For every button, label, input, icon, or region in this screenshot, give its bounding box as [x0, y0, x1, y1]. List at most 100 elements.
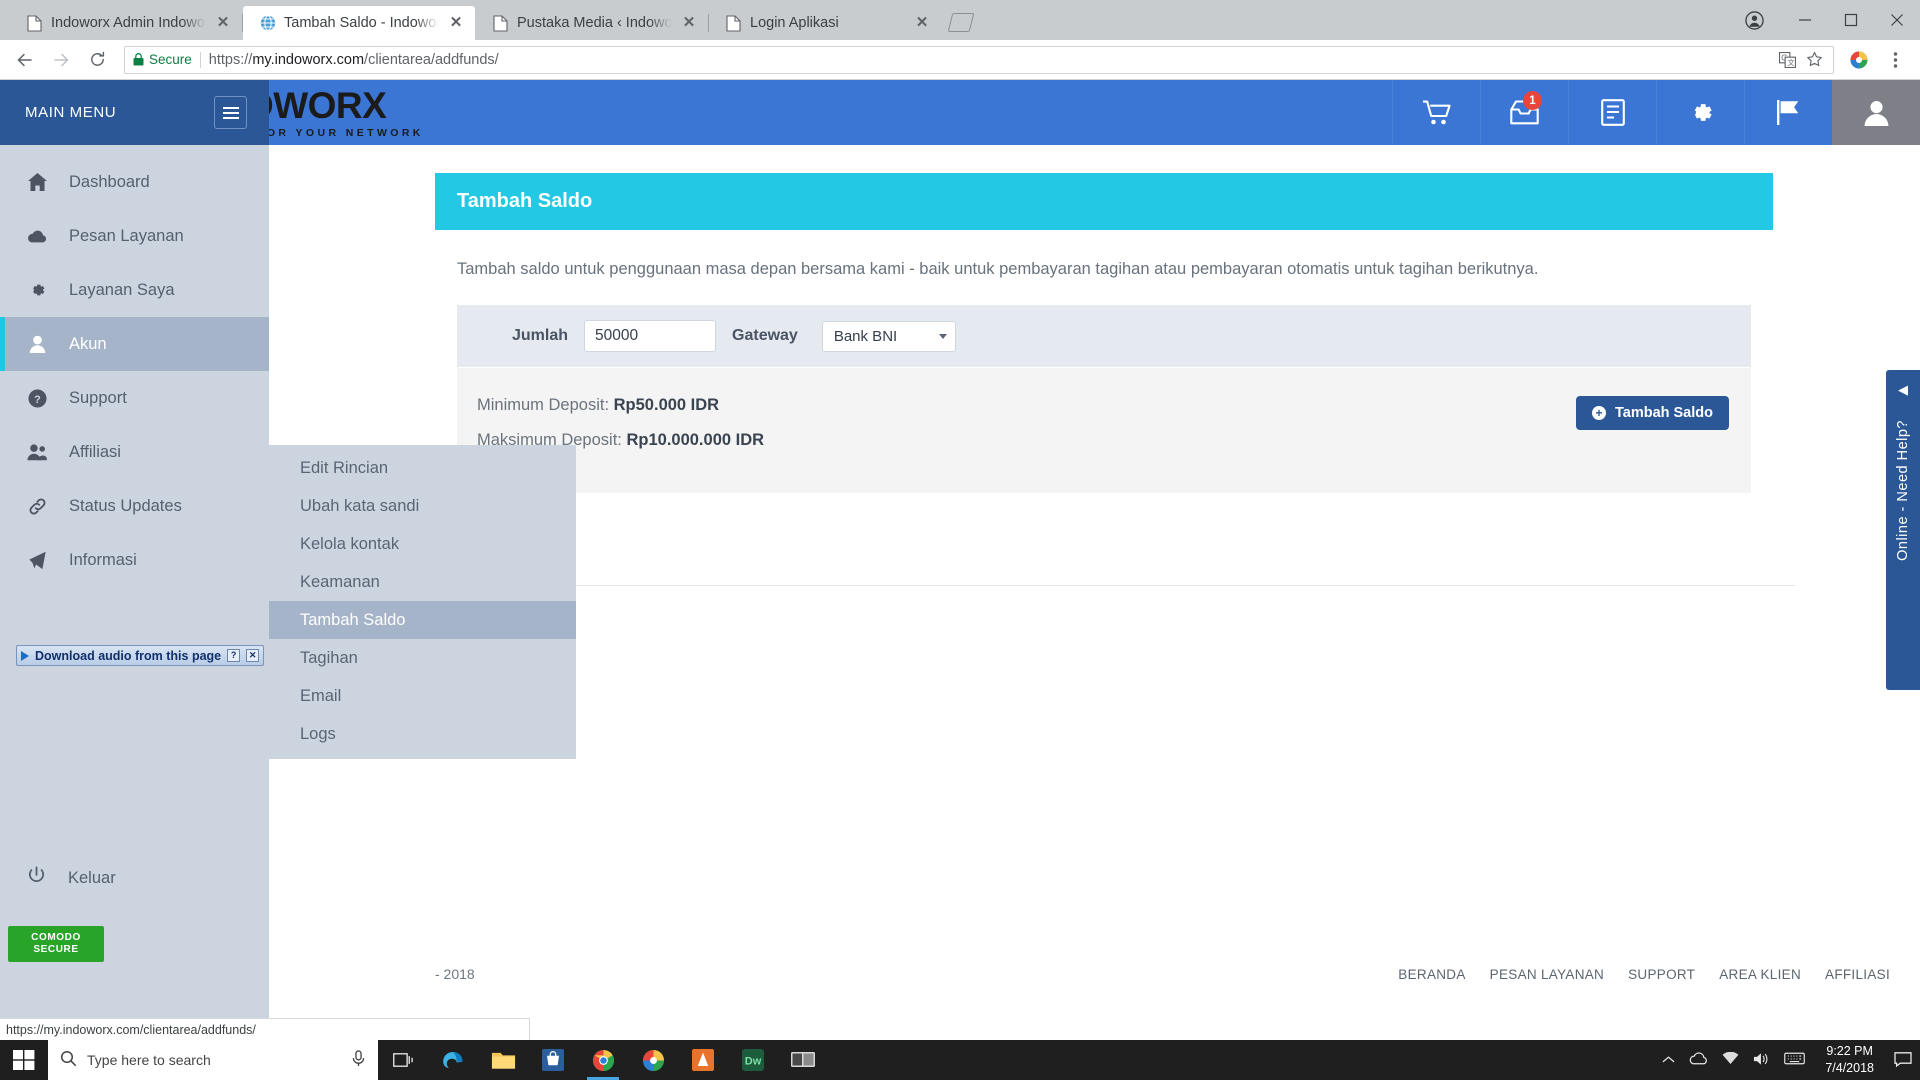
account-icon[interactable]	[1832, 80, 1920, 145]
gateway-select[interactable]: Bank BNI	[821, 320, 956, 352]
submenu-label: Tambah Saldo	[300, 610, 406, 629]
submenu-item-tambah-saldo[interactable]: Tambah Saldo	[269, 601, 576, 639]
sidebar-item-support[interactable]: ? Support	[0, 371, 269, 425]
task-view-icon[interactable]	[378, 1040, 428, 1080]
back-arrow-icon[interactable]	[8, 43, 42, 77]
sidebar: MAIN MENU Dashboard Pesan Layanan Layana…	[0, 80, 269, 1040]
vlc-icon[interactable]	[678, 1040, 728, 1080]
system-tray: 9:22 PM 7/4/2018	[1662, 1043, 1920, 1077]
microphone-icon[interactable]	[351, 1050, 366, 1070]
action-center-icon[interactable]	[1894, 1051, 1912, 1070]
submenu-item-edit-rincian[interactable]: Edit Rincian	[269, 449, 576, 487]
windows-start-icon[interactable]	[0, 1040, 48, 1080]
sidebar-item-label: Layanan Saya	[69, 280, 175, 299]
gear-icon[interactable]	[1656, 80, 1744, 145]
maximize-icon[interactable]	[1828, 0, 1874, 40]
browser-tab-2[interactable]: Tambah Saldo - Indoworx ✕	[243, 6, 475, 40]
idm-close-icon[interactable]: ✕	[246, 649, 260, 662]
cart-icon[interactable]	[1392, 80, 1480, 145]
dreamweaver-icon[interactable]: Dw	[728, 1040, 778, 1080]
submenu-label: Kelola kontak	[300, 534, 400, 553]
browser-tab-3[interactable]: Pustaka Media ‹ Indoworx ✕	[476, 6, 709, 40]
keyboard-icon[interactable]	[1784, 1052, 1806, 1068]
onedrive-icon[interactable]	[1689, 1052, 1708, 1068]
url-host: my.indoworx.com	[252, 51, 365, 68]
sidebar-item-akun[interactable]: Akun	[0, 317, 269, 371]
plus-circle-icon: +	[1591, 406, 1606, 420]
close-icon[interactable]	[1874, 0, 1920, 40]
idm-extension-icon[interactable]	[1842, 43, 1876, 77]
sidebar-item-pesan-layanan[interactable]: Pesan Layanan	[0, 209, 269, 263]
idm-help-icon[interactable]: ?	[227, 649, 241, 662]
invoice-icon[interactable]	[1568, 80, 1656, 145]
inbox-icon[interactable]: 1	[1480, 80, 1568, 145]
footer-link-pesan-layanan[interactable]: PESAN LAYANAN	[1490, 967, 1604, 982]
sidebar-item-keluar[interactable]: Keluar	[0, 856, 269, 900]
svg-text:Dw: Dw	[745, 1056, 762, 1068]
address-bar[interactable]: Secure https://my.indoworx.com/clientare…	[124, 45, 1834, 74]
submenu-item-ubah-kata-sandi[interactable]: Ubah kata sandi	[269, 487, 576, 525]
submenu-item-logs[interactable]: Logs	[269, 715, 576, 753]
profile-icon[interactable]	[1726, 0, 1782, 40]
volume-icon[interactable]	[1753, 1052, 1770, 1069]
sidebar-item-affiliasi[interactable]: Affiliasi	[0, 425, 269, 479]
show-hidden-icons[interactable]	[1662, 1053, 1675, 1067]
panel-body: Tambah saldo untuk penggunaan masa depan…	[435, 230, 1795, 586]
footer-link-beranda[interactable]: BERANDA	[1398, 967, 1465, 982]
globe-icon	[259, 15, 276, 32]
omnibox-divider	[199, 51, 201, 68]
footer-links: BERANDA PESAN LAYANAN SUPPORT AREA KLIEN…	[1398, 967, 1890, 982]
idm-download-label: Download audio from this page	[35, 648, 222, 663]
sidebar-item-layanan-saya[interactable]: Layanan Saya	[0, 263, 269, 317]
sidebar-item-status-updates[interactable]: Status Updates	[0, 479, 269, 533]
tab-close-icon[interactable]: ✕	[214, 14, 232, 32]
clock-date: 7/4/2018	[1825, 1061, 1874, 1075]
three-dot-menu-icon[interactable]	[1878, 43, 1912, 77]
idm-download-panel[interactable]: Download audio from this page ? ✕	[16, 645, 265, 666]
sidebar-item-dashboard[interactable]: Dashboard	[0, 155, 269, 209]
tab-close-icon[interactable]: ✕	[447, 14, 465, 32]
reload-icon[interactable]	[80, 43, 114, 77]
wifi-icon[interactable]	[1722, 1051, 1739, 1068]
tab-close-icon[interactable]: ✕	[913, 14, 931, 32]
sidebar-item-label: Pesan Layanan	[69, 226, 184, 245]
footer-link-area-klien[interactable]: AREA KLIEN	[1719, 967, 1801, 982]
minimum-deposit-value: Rp50.000 IDR	[613, 396, 720, 414]
filezilla-icon[interactable]	[778, 1040, 828, 1080]
flag-icon[interactable]	[1744, 80, 1832, 145]
submenu-item-keamanan[interactable]: Keamanan	[269, 563, 576, 601]
app-header: DWORX FOR YOUR NETWORK 1	[269, 80, 1920, 145]
comodo-secure-seal[interactable]: COMODO SECURE	[8, 926, 104, 962]
tab-close-icon[interactable]: ✕	[680, 14, 698, 32]
submenu-item-kelola-kontak[interactable]: Kelola kontak	[269, 525, 576, 563]
sidebar-item-informasi[interactable]: Informasi	[0, 533, 269, 587]
tab-title: Indoworx Admin Indoworx	[51, 15, 206, 31]
edge-icon[interactable]	[428, 1040, 478, 1080]
browser-tab-1[interactable]: Indoworx Admin Indoworx ✕	[10, 6, 243, 40]
footer-link-support[interactable]: SUPPORT	[1628, 967, 1695, 982]
idm-icon[interactable]	[628, 1040, 678, 1080]
file-explorer-icon[interactable]	[478, 1040, 528, 1080]
home-icon	[27, 173, 47, 191]
submenu-item-tagihan[interactable]: Tagihan	[269, 639, 576, 677]
chrome-browser-window: Indoworx Admin Indoworx ✕ Tambah Saldo -…	[0, 0, 1920, 1040]
hamburger-icon[interactable]	[214, 96, 247, 129]
submenu-item-email[interactable]: Email	[269, 677, 576, 715]
new-tab-button[interactable]	[946, 10, 976, 36]
footer-link-affiliasi[interactable]: AFFILIASI	[1825, 967, 1890, 982]
live-chat-tab[interactable]: ◀ Online - Need Help?	[1886, 370, 1920, 690]
translate-icon[interactable]: G文	[1779, 51, 1796, 68]
tambah-saldo-button[interactable]: + Tambah Saldo	[1575, 396, 1729, 430]
link-icon	[27, 497, 47, 516]
taskbar-clock[interactable]: 9:22 PM 7/4/2018	[1819, 1043, 1880, 1077]
amount-input[interactable]	[584, 320, 717, 352]
minimize-icon[interactable]	[1782, 0, 1828, 40]
submenu-label: Ubah kata sandi	[300, 496, 420, 515]
search-input[interactable]: Type here to search	[48, 1040, 378, 1080]
microsoft-store-icon[interactable]	[528, 1040, 578, 1080]
browser-tab-4[interactable]: Login Aplikasi ✕	[709, 6, 941, 40]
indoworx-logo[interactable]: DWORX FOR YOUR NETWORK	[269, 80, 556, 145]
star-icon[interactable]	[1806, 51, 1823, 68]
chrome-icon[interactable]	[578, 1040, 628, 1080]
gateway-selected-value: Bank BNI	[833, 327, 898, 345]
